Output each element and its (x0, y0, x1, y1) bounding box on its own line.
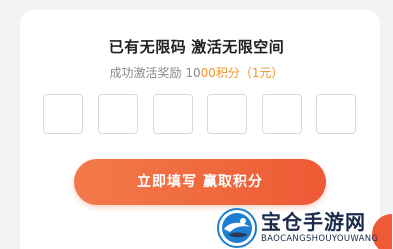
code-input-box-6[interactable] (316, 94, 356, 134)
watermark-logo-icon (217, 208, 257, 248)
watermark: 宝仓手游网 BAOCANGSHOUYOUWANG (216, 205, 393, 249)
code-input-box-3[interactable] (153, 94, 193, 134)
code-input-box-5[interactable] (262, 94, 302, 134)
code-input-box-1[interactable] (43, 94, 83, 134)
dialog-title: 已有无限码 激活无限空间 (0, 36, 393, 57)
code-input-box-4[interactable] (207, 94, 247, 134)
submit-button[interactable]: 立即填写 赢取积分 (74, 159, 326, 205)
dialog-title-part1: 已有无限码 (108, 38, 187, 56)
submit-label-part1: 立即填写 (137, 174, 197, 190)
code-input-box-2[interactable] (98, 94, 138, 134)
reward-subtitle-prefix: 成功激活奖励 10 (109, 66, 201, 80)
watermark-url: BAOCANGSHOUYOUWANG (261, 234, 379, 244)
watermark-name: 宝仓手游网 (261, 210, 366, 234)
code-input-row (43, 94, 357, 136)
reward-subtitle: 成功激活奖励 1000积分（1元） (0, 64, 393, 81)
submit-label-part2: 赢取积分 (203, 174, 263, 190)
screen: 已有无限码 激活无限空间 成功激活奖励 1000积分（1元） 立即填写 赢取积分 宝… (0, 0, 393, 249)
reward-amount: 00积分（1元） (200, 66, 284, 80)
dialog-title-part2: 激活无限空间 (191, 38, 285, 56)
